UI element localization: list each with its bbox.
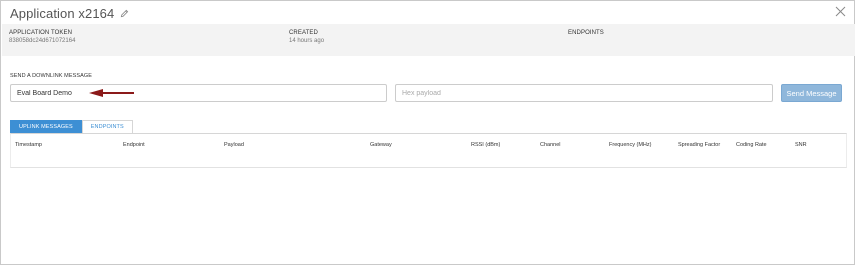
column-header-spreading-factor[interactable]: Spreading Factor: [678, 142, 720, 148]
column-header-endpoint[interactable]: Endpoint: [123, 142, 145, 148]
endpoints-section: ENDPOINTS: [568, 30, 604, 36]
created-label: CREATED: [289, 30, 318, 36]
close-icon[interactable]: [835, 6, 846, 17]
created-value: 14 hours ago: [289, 38, 325, 44]
column-header-timestamp[interactable]: Timestamp: [15, 142, 42, 148]
tab-uplink-messages[interactable]: UPLINK MESSAGES: [10, 120, 82, 133]
tab-endpoints[interactable]: ENDPOINTS: [81, 120, 133, 133]
annotation-arrow: [89, 89, 134, 97]
column-header-coding-rate[interactable]: Coding Rate: [736, 142, 767, 148]
endpoint-input[interactable]: [10, 84, 387, 102]
created-section: CREATED 14 hours ago: [289, 30, 324, 44]
token-value: 838058dc24d671072164: [9, 38, 76, 44]
column-header-snr[interactable]: SNR: [795, 142, 807, 148]
endpoints-label: ENDPOINTS: [568, 30, 604, 36]
pencil-icon[interactable]: [120, 9, 129, 18]
hex-payload-input[interactable]: [395, 84, 773, 102]
send-message-button[interactable]: Send Message: [781, 84, 842, 102]
column-header-channel[interactable]: Channel: [540, 142, 561, 148]
message-tabs: UPLINK MESSAGES ENDPOINTS: [10, 120, 133, 133]
column-header-frequency[interactable]: Frequency (MHz): [609, 142, 651, 148]
application-modal: Application x2164 APPLICATION TOKEN 8380…: [0, 0, 855, 265]
token-label: APPLICATION TOKEN: [9, 30, 73, 36]
column-header-rssi[interactable]: RSSI (dBm): [471, 142, 500, 148]
column-header-gateway[interactable]: Gateway: [370, 142, 392, 148]
downlink-label: SEND A DOWNLINK MESSAGE: [10, 73, 93, 79]
uplink-messages-table: Timestamp Endpoint Payload Gateway RSSI …: [10, 133, 847, 168]
column-header-payload[interactable]: Payload: [224, 142, 244, 148]
title-row: Application x2164: [10, 5, 129, 21]
page-title: Application x2164: [10, 5, 115, 21]
application-info-band: APPLICATION TOKEN 838058dc24d671072164 C…: [2, 24, 855, 56]
token-section: APPLICATION TOKEN 838058dc24d671072164: [9, 30, 75, 44]
